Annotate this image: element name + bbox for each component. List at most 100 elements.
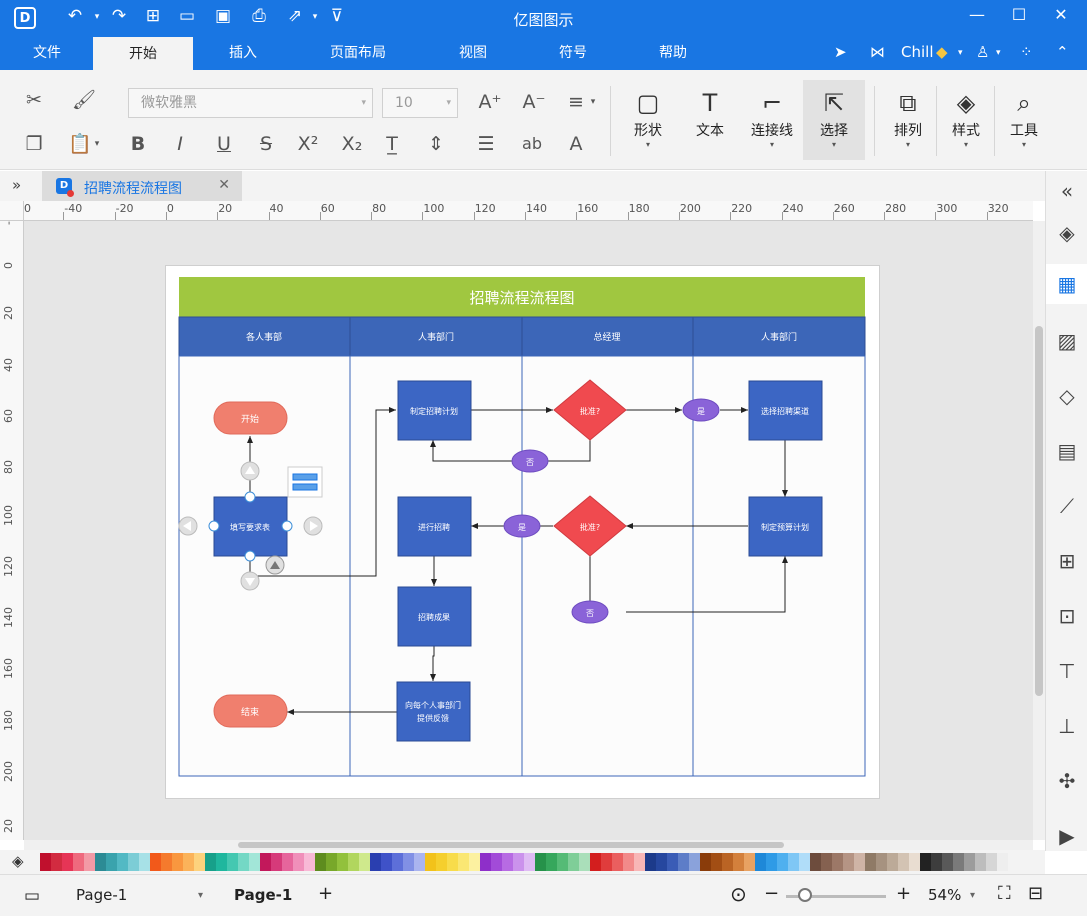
fit-width-icon[interactable]: ⊟ <box>1028 883 1043 904</box>
color-swatch[interactable] <box>975 853 986 871</box>
color-swatch[interactable] <box>491 853 502 871</box>
color-swatch[interactable] <box>931 853 942 871</box>
user-dropdown-icon[interactable]: ▾ <box>958 48 963 58</box>
menu-view[interactable]: 视图 <box>444 36 502 70</box>
superscript-icon[interactable]: X² <box>294 130 322 158</box>
subscript-icon[interactable]: X₂ <box>338 130 366 158</box>
font-color-icon[interactable]: A <box>562 130 590 158</box>
select-tool-button[interactable]: ⇱ 选择 ▾ <box>803 80 865 160</box>
add-page-button[interactable]: + <box>318 883 333 904</box>
gallery-icon[interactable]: ⊡ <box>1046 596 1087 636</box>
color-swatch[interactable] <box>997 853 1008 871</box>
strikethrough-icon[interactable]: S <box>252 130 280 158</box>
color-swatch[interactable] <box>876 853 887 871</box>
fill-color-icon[interactable]: ◈ <box>12 852 24 870</box>
layers-icon[interactable]: ◇ <box>1046 376 1087 416</box>
chart-icon[interactable]: ⟋ <box>1046 486 1087 526</box>
color-swatch[interactable] <box>73 853 84 871</box>
color-swatch[interactable] <box>898 853 909 871</box>
color-swatch[interactable] <box>117 853 128 871</box>
color-swatch[interactable] <box>832 853 843 871</box>
color-swatch[interactable] <box>535 853 546 871</box>
close-icon[interactable]: ✕ <box>1046 5 1076 24</box>
color-swatch[interactable] <box>403 853 414 871</box>
color-swatch[interactable] <box>909 853 920 871</box>
text-tool-button[interactable]: T 文本 <box>679 80 741 160</box>
maximize-icon[interactable]: ☐ <box>1004 5 1034 24</box>
color-swatch[interactable] <box>524 853 535 871</box>
resize-handle[interactable] <box>208 520 220 532</box>
color-swatch[interactable] <box>546 853 557 871</box>
color-swatch[interactable] <box>392 853 403 871</box>
color-swatch[interactable] <box>480 853 491 871</box>
color-swatch[interactable] <box>568 853 579 871</box>
copy-icon[interactable]: ❐ <box>20 130 48 158</box>
color-swatch[interactable] <box>436 853 447 871</box>
color-swatch[interactable] <box>920 853 931 871</box>
color-swatch[interactable] <box>161 853 172 871</box>
format-painter-icon[interactable]: 🖌 <box>70 86 98 114</box>
color-swatch[interactable] <box>513 853 524 871</box>
font-family-select[interactable]: 微软雅黑 ▾ <box>128 88 373 118</box>
paste-dropdown-icon[interactable]: ▾ <box>90 130 104 158</box>
color-swatch[interactable] <box>678 853 689 871</box>
color-swatch[interactable] <box>139 853 150 871</box>
color-swatch[interactable] <box>381 853 392 871</box>
color-swatch[interactable] <box>557 853 568 871</box>
color-swatch[interactable] <box>172 853 183 871</box>
color-swatch[interactable] <box>282 853 293 871</box>
close-tab-icon[interactable]: ✕ <box>218 177 230 193</box>
color-swatch[interactable] <box>315 853 326 871</box>
text-spacing-icon[interactable]: T̲ <box>378 130 406 158</box>
color-swatch[interactable] <box>645 853 656 871</box>
document-tab[interactable]: D 招聘流程流程图 ✕ <box>42 171 242 201</box>
color-swatch[interactable] <box>106 853 117 871</box>
line-spacing-icon[interactable]: ⇕ <box>422 130 450 158</box>
bold-icon[interactable]: B <box>124 130 152 158</box>
color-swatch[interactable] <box>843 853 854 871</box>
flowchart-diagram[interactable]: 招聘流程流程图 各人事部 人事部门 总经理 人事部门 开始 结束 填写要求表 制… <box>166 266 881 800</box>
floating-menu-icon[interactable] <box>287 466 323 498</box>
color-swatch[interactable] <box>722 853 733 871</box>
color-swatch[interactable] <box>964 853 975 871</box>
page-tab-active[interactable]: Page-1 <box>234 886 292 904</box>
style-button[interactable]: ◈ 样式 ▾ <box>935 80 997 160</box>
color-swatch[interactable] <box>95 853 106 871</box>
color-swatch[interactable] <box>238 853 249 871</box>
menu-file[interactable]: 文件 <box>20 36 74 70</box>
color-swatch[interactable] <box>601 853 612 871</box>
color-swatch[interactable] <box>227 853 238 871</box>
theme-shirt-icon[interactable]: ♙ <box>976 43 989 61</box>
collapse-ribbon-icon[interactable]: ⌃ <box>1056 43 1069 61</box>
color-swatch[interactable] <box>425 853 436 871</box>
menu-help[interactable]: 帮助 <box>644 36 702 70</box>
color-swatch[interactable] <box>150 853 161 871</box>
horizontal-ruler[interactable]: -60 -40 -20 0 20 40 60 80 100 120 140 160 180 200 220 2… <box>24 201 1033 221</box>
resize-handle[interactable] <box>244 550 256 562</box>
font-size-select[interactable]: 10 ▾ <box>382 88 458 118</box>
page-select-dropdown-icon[interactable]: ▾ <box>198 890 203 901</box>
decrease-font-icon[interactable]: A⁻ <box>520 88 548 116</box>
color-swatch[interactable] <box>249 853 260 871</box>
color-swatch[interactable] <box>458 853 469 871</box>
color-swatch[interactable] <box>623 853 634 871</box>
arrange-button[interactable]: ⧉ 排列 ▾ <box>877 80 939 160</box>
document-icon[interactable]: ▤ <box>1046 431 1087 471</box>
color-swatch[interactable] <box>62 853 73 871</box>
shape-tool-button[interactable]: ▢ 形状 ▾ <box>617 80 679 160</box>
color-swatch[interactable] <box>953 853 964 871</box>
color-swatch[interactable] <box>667 853 678 871</box>
color-swatch[interactable] <box>447 853 458 871</box>
color-swatch[interactable] <box>766 853 777 871</box>
menu-home[interactable]: 开始 <box>93 37 193 70</box>
color-swatch[interactable] <box>777 853 788 871</box>
org-chart-icon[interactable]: ⊥ <box>1046 706 1087 746</box>
menu-page-layout[interactable]: 页面布局 <box>318 36 398 70</box>
minimize-icon[interactable]: — <box>962 5 992 24</box>
vertical-ruler[interactable]: -2 0 20 40 60 80 100 120 140 160 180 200 20 <box>0 221 24 840</box>
color-swatch[interactable] <box>821 853 832 871</box>
feedback-node[interactable] <box>396 681 471 742</box>
color-swatch[interactable] <box>700 853 711 871</box>
horizontal-scrollbar[interactable] <box>24 840 1033 850</box>
color-swatch[interactable] <box>810 853 821 871</box>
